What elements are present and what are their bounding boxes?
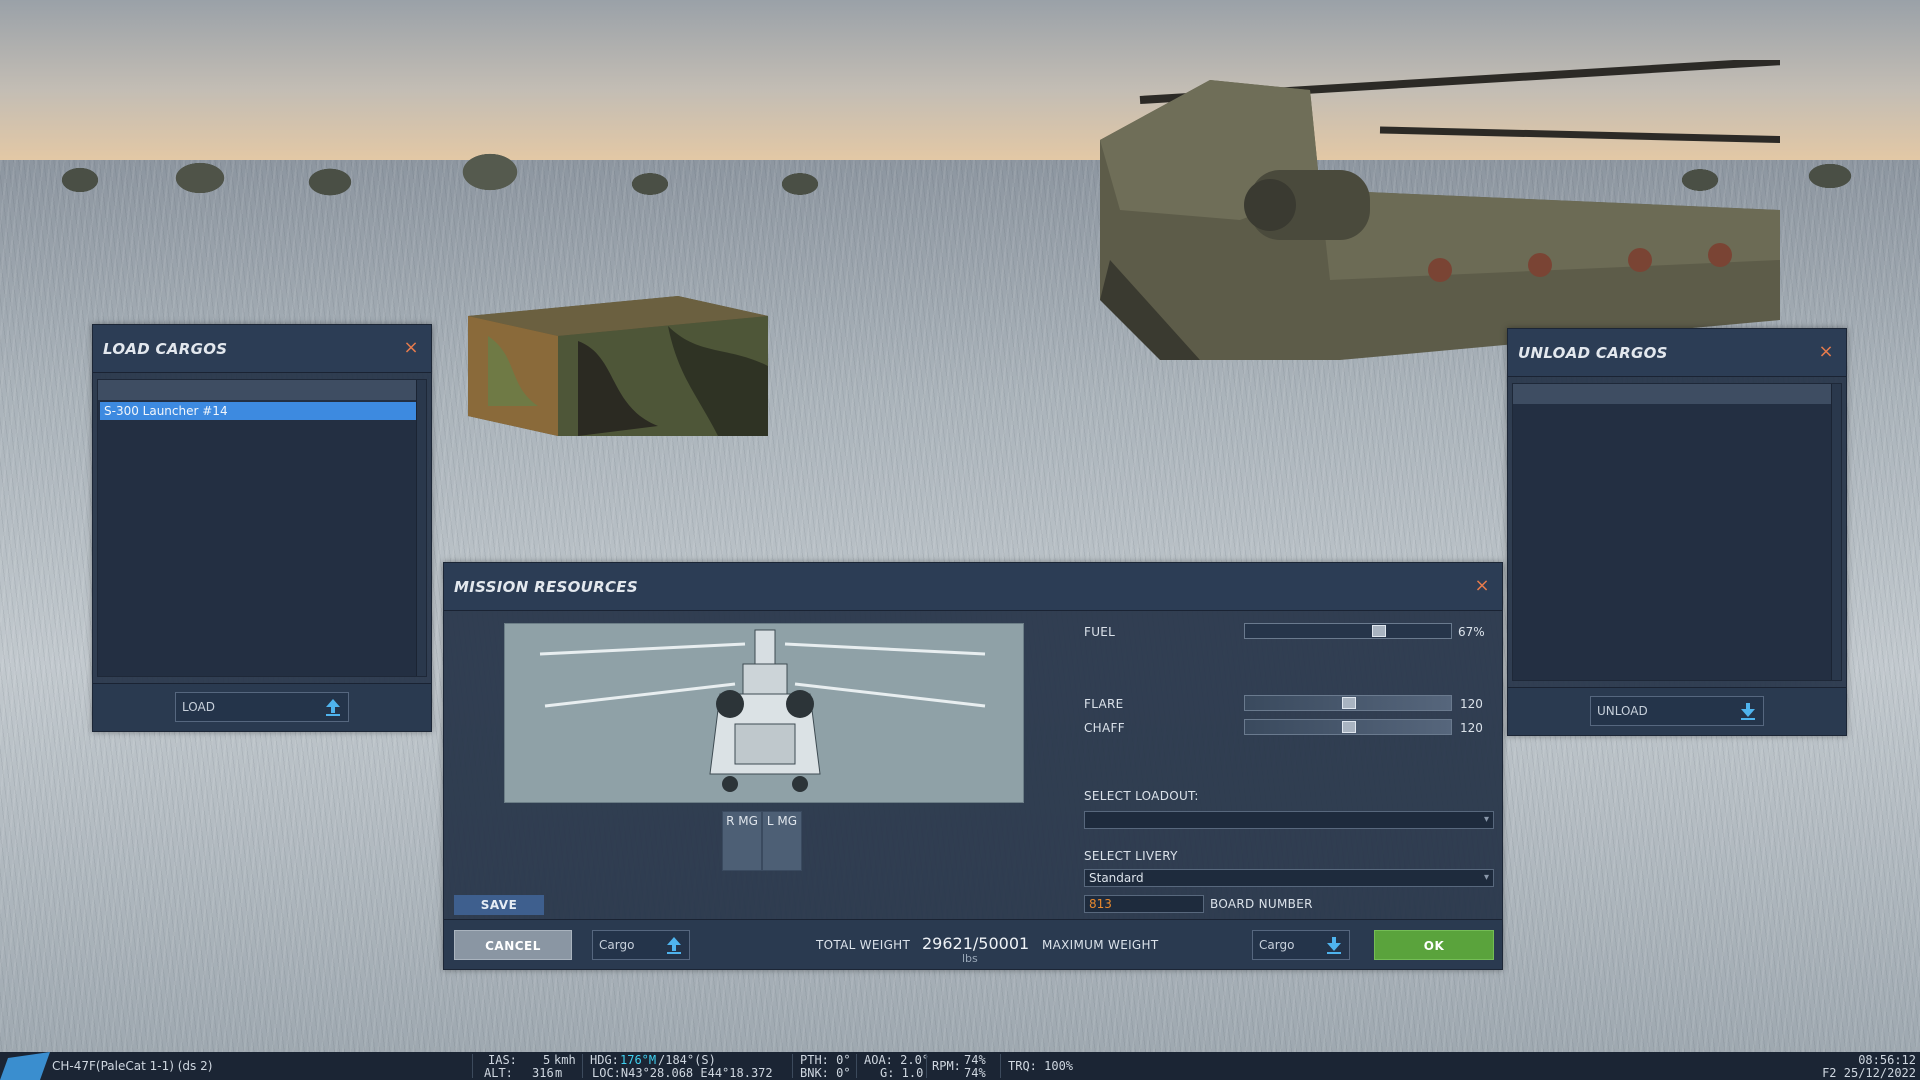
divider bbox=[856, 1054, 857, 1078]
board-number-input[interactable]: 813 bbox=[1084, 895, 1204, 913]
scrollbar[interactable] bbox=[1831, 384, 1841, 680]
aircraft-preview bbox=[504, 623, 1024, 803]
pitch: PTH: 0° bbox=[800, 1053, 851, 1067]
maximum-weight-label: MAXIMUM WEIGHT bbox=[1042, 938, 1159, 952]
divider bbox=[472, 1054, 473, 1078]
mission-resources-panel: MISSION RESOURCES × R MG L MG FUEL 67% F… bbox=[443, 562, 1503, 970]
g-load: G: 1.0 bbox=[880, 1066, 924, 1080]
ias-unit: kmh bbox=[554, 1053, 576, 1067]
flare-slider[interactable] bbox=[1244, 695, 1452, 711]
right-mg-slot[interactable]: R MG bbox=[722, 811, 762, 871]
select-livery-label: SELECT LIVERY bbox=[1084, 849, 1178, 863]
divider bbox=[1000, 1054, 1001, 1078]
fuel-slider-thumb[interactable] bbox=[1372, 625, 1386, 637]
save-button[interactable]: SAVE bbox=[454, 895, 544, 915]
panel-header: UNLOAD CARGOS × bbox=[1508, 329, 1846, 377]
board-number-label: BOARD NUMBER bbox=[1210, 897, 1313, 911]
mission-footer: CANCEL Cargo TOTAL WEIGHT 29621/50001 lb… bbox=[444, 919, 1502, 969]
panel-footer: UNLOAD bbox=[1508, 687, 1846, 735]
cancel-button[interactable]: CANCEL bbox=[454, 930, 572, 960]
total-weight-value: 29621/50001 bbox=[922, 934, 1030, 953]
status-bar: CH-47F(PaleCat 1-1) (ds 2) IAS: 5 kmh AL… bbox=[0, 1052, 1920, 1080]
rpm-engine-2: 74% bbox=[964, 1066, 986, 1080]
left-mg-slot[interactable]: L MG bbox=[762, 811, 802, 871]
rpm-label: RPM: bbox=[932, 1059, 961, 1073]
divider bbox=[792, 1054, 793, 1078]
flare-slider-thumb[interactable] bbox=[1342, 697, 1356, 709]
load-button[interactable]: LOAD bbox=[175, 692, 349, 722]
list-item[interactable]: S-300 Launcher #14 bbox=[100, 402, 418, 420]
alt-value: 316 bbox=[532, 1066, 554, 1080]
divider bbox=[582, 1054, 583, 1078]
weight-unit: lbs bbox=[962, 952, 978, 965]
list-header bbox=[98, 380, 426, 400]
chaff-label: CHAFF bbox=[1084, 721, 1125, 735]
flare-label: FLARE bbox=[1084, 697, 1124, 711]
close-icon[interactable]: × bbox=[1472, 576, 1492, 596]
alt-unit: m bbox=[555, 1066, 563, 1080]
fuel-label: FUEL bbox=[1084, 625, 1116, 639]
unload-cargos-panel: UNLOAD CARGOS × UNLOAD bbox=[1507, 328, 1847, 736]
upload-arrow-icon bbox=[326, 699, 340, 716]
alt-label: ALT: bbox=[484, 1066, 513, 1080]
close-icon[interactable]: × bbox=[1816, 342, 1836, 362]
loadout-select[interactable]: ▾ bbox=[1084, 811, 1494, 829]
panel-title: UNLOAD CARGOS bbox=[1518, 344, 1668, 362]
chevron-down-icon: ▾ bbox=[1483, 872, 1489, 883]
chaff-slider[interactable] bbox=[1244, 719, 1452, 735]
ch47-front-view-image bbox=[539, 629, 986, 792]
load-label: LOAD bbox=[182, 700, 215, 714]
hdg-label: HDG: bbox=[590, 1053, 619, 1067]
cargo-right-label: Cargo bbox=[1259, 938, 1295, 952]
chaff-slider-thumb[interactable] bbox=[1342, 721, 1356, 733]
rpm-engine-1: 74% bbox=[964, 1053, 986, 1067]
fuel-value: 67% bbox=[1458, 625, 1485, 639]
download-arrow-icon bbox=[1327, 937, 1341, 954]
chevron-down-icon: ▾ bbox=[1483, 814, 1489, 825]
cargo-left-label: Cargo bbox=[599, 938, 635, 952]
close-icon[interactable]: × bbox=[401, 338, 421, 358]
panel-header: LOAD CARGOS × bbox=[93, 325, 431, 373]
livery-value: Standard bbox=[1089, 871, 1144, 885]
panel-footer: LOAD bbox=[93, 683, 431, 731]
list-header bbox=[1513, 384, 1841, 404]
upload-arrow-icon bbox=[667, 937, 681, 954]
clock-date: F2 25/12/2022 bbox=[1822, 1066, 1916, 1080]
livery-select[interactable]: Standard ▾ bbox=[1084, 869, 1494, 887]
aoa: AOA: 2.0° bbox=[864, 1053, 930, 1067]
cargo-load-select[interactable]: Cargo bbox=[592, 930, 690, 960]
divider bbox=[926, 1054, 927, 1078]
torque: TRQ: 100% bbox=[1008, 1059, 1074, 1073]
unload-label: UNLOAD bbox=[1597, 704, 1648, 718]
total-weight-label: TOTAL WEIGHT bbox=[816, 938, 911, 952]
ok-button[interactable]: OK bbox=[1374, 930, 1494, 960]
load-cargo-list[interactable]: S-300 Launcher #14 bbox=[97, 379, 427, 677]
load-cargos-panel: LOAD CARGOS × S-300 Launcher #14 LOAD bbox=[92, 324, 432, 732]
chaff-value: 120 bbox=[1460, 721, 1483, 735]
clock-time: 08:56:12 bbox=[1858, 1053, 1916, 1067]
panel-title: LOAD CARGOS bbox=[103, 340, 228, 358]
unload-button[interactable]: UNLOAD bbox=[1590, 696, 1764, 726]
hdg-magnetic: 176°M bbox=[620, 1053, 657, 1067]
location: LOC:N43°28.068 E44°18.372 bbox=[592, 1066, 773, 1080]
right-mg-label: R MG bbox=[726, 814, 758, 828]
cargo-unload-select[interactable]: Cargo bbox=[1252, 930, 1350, 960]
ias-value: 5 bbox=[543, 1053, 551, 1067]
unit-name: CH-47F(PaleCat 1-1) (ds 2) bbox=[52, 1059, 213, 1073]
bank: BNK: 0° bbox=[800, 1066, 851, 1080]
unload-cargo-list[interactable] bbox=[1512, 383, 1842, 681]
hdg-true: /184°(S) bbox=[658, 1053, 716, 1067]
select-loadout-label: SELECT LOADOUT: bbox=[1084, 789, 1199, 803]
download-arrow-icon bbox=[1741, 703, 1755, 720]
flare-value: 120 bbox=[1460, 697, 1483, 711]
status-corner-icon bbox=[0, 1052, 50, 1080]
ias-label: IAS: bbox=[488, 1053, 517, 1067]
scrollbar[interactable] bbox=[416, 380, 426, 676]
left-mg-label: L MG bbox=[766, 814, 798, 828]
fuel-slider[interactable] bbox=[1244, 623, 1452, 639]
board-number-value: 813 bbox=[1089, 897, 1112, 911]
panel-title: MISSION RESOURCES bbox=[454, 578, 638, 596]
cargo-crate-camo bbox=[468, 296, 768, 436]
panel-header: MISSION RESOURCES × bbox=[444, 563, 1502, 611]
